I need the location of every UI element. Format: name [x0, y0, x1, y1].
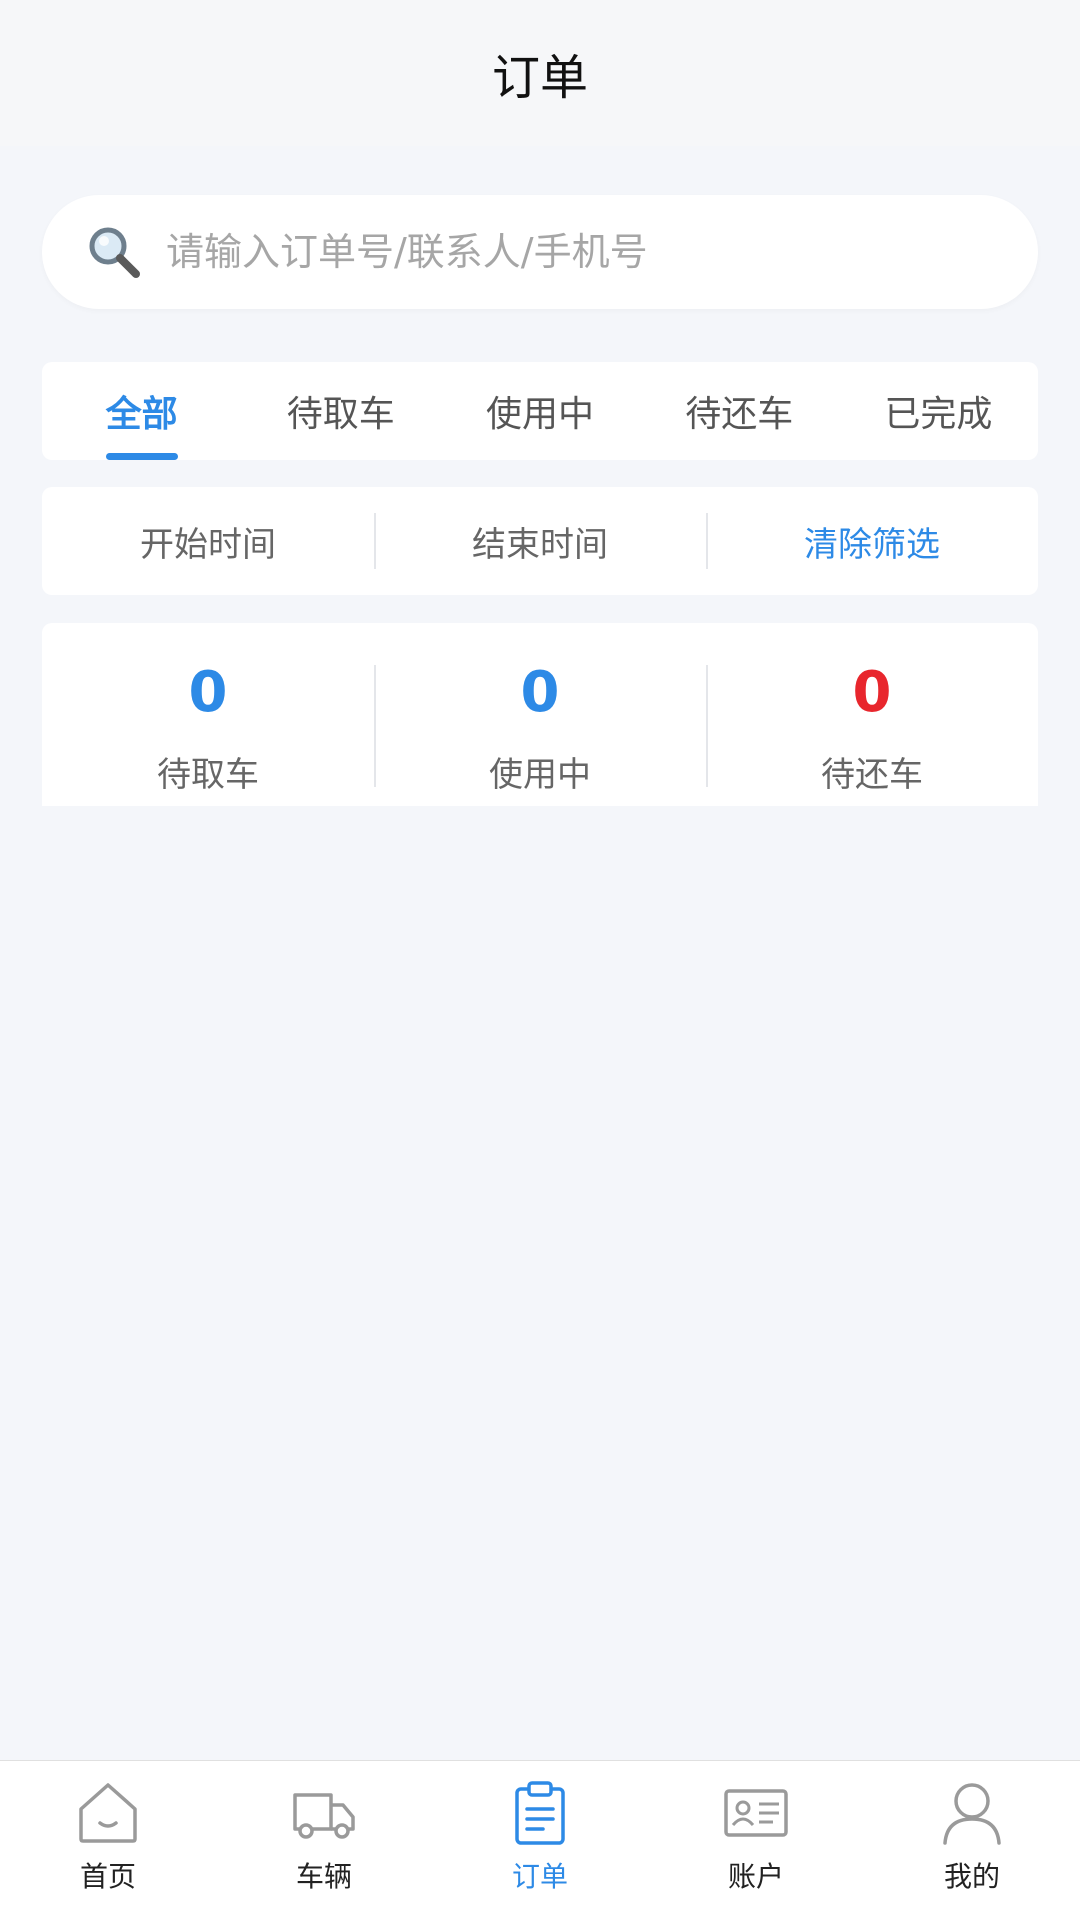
start-time-button[interactable]: 开始时间: [42, 487, 374, 595]
tabbar-item-vehicles[interactable]: 车辆: [216, 1761, 432, 1920]
clear-filter-button[interactable]: 清除筛选: [706, 487, 1038, 595]
stat-value: 0: [188, 660, 228, 725]
tabbar-label: 订单: [511, 1860, 568, 1893]
tabbar-label: 我的: [943, 1860, 1000, 1893]
id-card-icon: [724, 1789, 788, 1837]
stat-label: 待取车: [157, 755, 259, 795]
stat-in-use[interactable]: 0 使用中: [374, 623, 706, 806]
stat-pending-return[interactable]: 0 待还车: [706, 623, 1038, 806]
tabbar-item-account[interactable]: 账户: [648, 1761, 864, 1920]
tabbar-label: 车辆: [295, 1860, 352, 1893]
clipboard-icon: [515, 1781, 565, 1845]
tabbar-item-mine[interactable]: 我的: [864, 1761, 1080, 1920]
stat-value: 0: [520, 660, 560, 725]
search-input[interactable]: [166, 230, 986, 274]
tabbar-label: 首页: [79, 1860, 136, 1893]
home-icon: [79, 1783, 137, 1843]
time-filter-bar: 开始时间 结束时间 清除筛选: [42, 487, 1038, 595]
order-status-tabs: 全部 待取车 使用中 待还车 已完成: [42, 362, 1038, 460]
user-icon: [943, 1783, 1001, 1845]
tab-pending-pickup[interactable]: 待取车: [241, 362, 440, 460]
tab-in-use[interactable]: 使用中: [440, 362, 639, 460]
stat-value: 0: [852, 660, 892, 725]
order-stats-card: 0 待取车 0 使用中 0 待还车: [42, 623, 1038, 806]
tab-pending-return[interactable]: 待还车: [640, 362, 839, 460]
tabbar-item-orders[interactable]: 订单: [432, 1761, 648, 1920]
stat-label: 待还车: [821, 755, 923, 795]
top-header: 订单: [0, 0, 1080, 146]
stat-pending-pickup[interactable]: 0 待取车: [42, 623, 374, 806]
end-time-button[interactable]: 结束时间: [374, 487, 706, 595]
search-icon: [89, 227, 140, 278]
tabbar-label: 账户: [727, 1860, 784, 1893]
tab-all[interactable]: 全部: [42, 362, 241, 460]
bottom-tab-bar: 首页 车辆 订单 账户 我的: [0, 1760, 1080, 1920]
tab-completed[interactable]: 已完成: [839, 362, 1038, 460]
page-title: 订单: [491, 50, 588, 106]
truck-icon: [293, 1793, 355, 1839]
stat-label: 使用中: [489, 755, 591, 795]
search-bar[interactable]: [42, 195, 1038, 309]
tabbar-item-home[interactable]: 首页: [0, 1761, 216, 1920]
